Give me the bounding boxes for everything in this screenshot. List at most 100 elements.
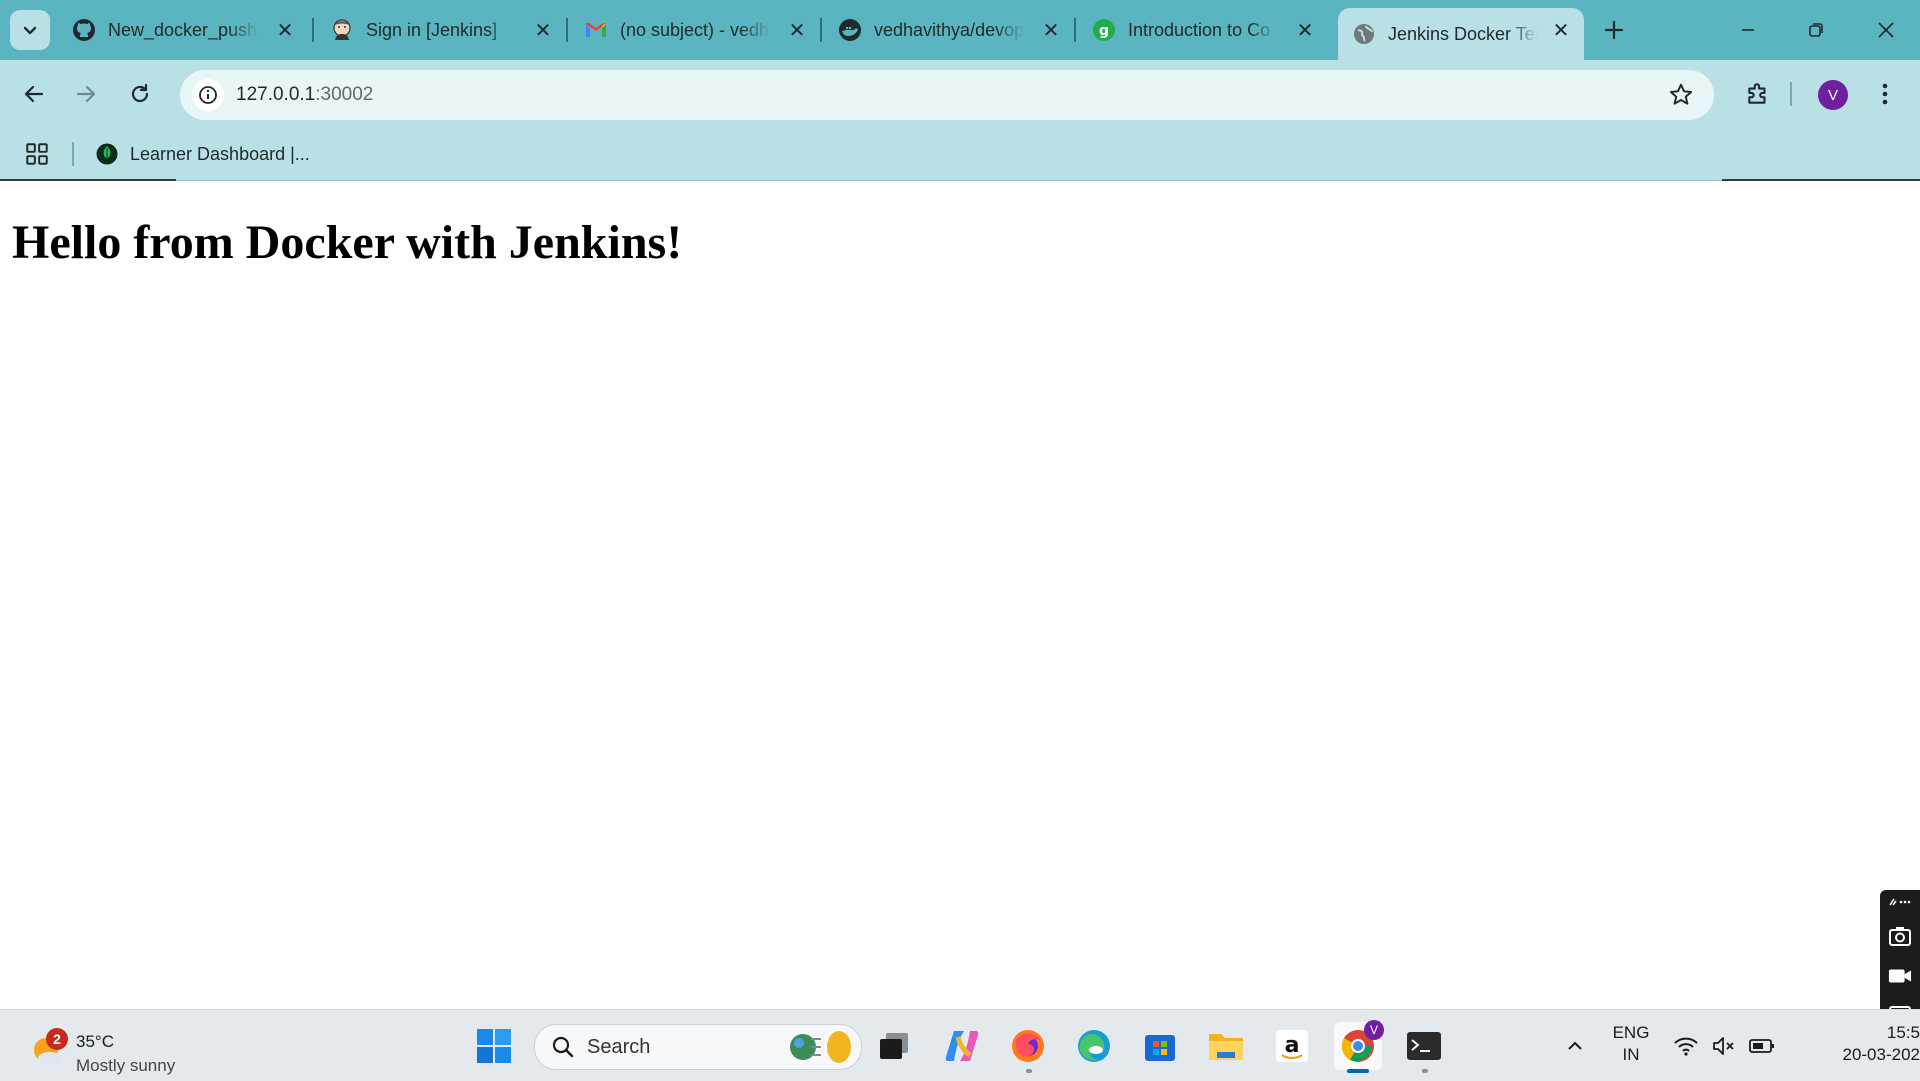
amazon-button[interactable]: a	[1268, 1022, 1316, 1070]
windows-logo-icon	[477, 1029, 511, 1063]
docker-hub-icon	[838, 18, 862, 42]
svg-text:a: a	[1285, 1033, 1300, 1058]
github-icon	[72, 18, 96, 42]
firefox-icon	[1012, 1030, 1044, 1062]
browser-menu-button[interactable]	[1870, 74, 1900, 114]
site-info-icon[interactable]	[192, 79, 224, 111]
input-language[interactable]: ENG IN	[1606, 1022, 1656, 1066]
close-icon[interactable]: ✕	[532, 19, 554, 42]
reload-button[interactable]	[120, 74, 160, 114]
page-content: Hello from Docker with Jenkins!	[0, 181, 1920, 1009]
firefox-button[interactable]	[1004, 1022, 1052, 1070]
chrome-button[interactable]: V	[1334, 1020, 1384, 1070]
volume-button[interactable]	[1706, 1022, 1742, 1070]
bookmarks-bar: Learner Dashboard |...	[0, 128, 1920, 181]
tab-title: vedhavithya/devop	[874, 19, 1024, 40]
address-bar[interactable]: 127.0.0.1:30002	[180, 70, 1714, 120]
puzzle-icon	[1748, 83, 1766, 104]
profile-avatar[interactable]: V	[1818, 80, 1848, 110]
wifi-button[interactable]	[1666, 1022, 1706, 1070]
edge-button[interactable]	[1070, 1022, 1118, 1070]
tab-divider	[566, 18, 568, 42]
new-tab-button[interactable]	[1596, 12, 1632, 48]
start-button[interactable]	[470, 1022, 518, 1070]
tab-title: (no subject) - vedh	[620, 19, 770, 40]
arrow-right-icon	[76, 85, 96, 103]
windows-taskbar: 2 35°C Mostly sunny Search a V ENG IN 15…	[0, 1009, 1920, 1081]
close-icon[interactable]: ✕	[786, 19, 808, 42]
tab-divider	[1074, 18, 1076, 42]
tab-gmail[interactable]: (no subject) - vedh ✕	[570, 8, 820, 52]
weather-condition: Mostly sunny	[76, 1056, 176, 1075]
chevron-up-icon	[1568, 1041, 1582, 1050]
tab-title: Sign in [Jenkins]	[366, 19, 498, 40]
camera-icon[interactable]	[1888, 924, 1912, 948]
tab-divider	[820, 18, 822, 42]
search-label: Search	[587, 1036, 651, 1058]
close-icon[interactable]: ✕	[1550, 19, 1572, 42]
store-icon	[1145, 1035, 1175, 1061]
url-port: :30002	[315, 84, 374, 105]
clock-time: 15:5	[1886, 1023, 1920, 1042]
plus-icon	[1604, 20, 1624, 40]
minimize-icon	[1742, 29, 1754, 31]
copilot-icon	[945, 1031, 979, 1061]
tab-title: Introduction to Co	[1128, 19, 1271, 40]
restore-button[interactable]	[1782, 8, 1850, 52]
copilot-button[interactable]	[938, 1022, 986, 1070]
show-hidden-icons-button[interactable]	[1550, 1022, 1600, 1070]
close-icon	[1878, 22, 1894, 38]
file-explorer-button[interactable]	[1202, 1022, 1250, 1070]
extensions-button[interactable]	[1738, 74, 1778, 114]
kebab-menu-icon	[1882, 83, 1888, 105]
bookmark-star-icon[interactable]	[1668, 82, 1694, 108]
clock-date: 20-03-202	[1842, 1045, 1920, 1064]
task-view-button[interactable]	[870, 1022, 918, 1070]
close-window-button[interactable]	[1852, 8, 1920, 52]
notification-badge: 2	[46, 1028, 68, 1050]
video-camera-icon[interactable]	[1888, 964, 1912, 988]
globe-icon	[1352, 22, 1376, 46]
bookmark-learner-dashboard[interactable]: Learner Dashboard |...	[96, 138, 310, 170]
toolbar-divider	[1790, 82, 1792, 106]
url-host: 127.0.0.1	[236, 84, 316, 105]
back-button[interactable]	[14, 74, 54, 114]
close-icon[interactable]: ✕	[274, 19, 296, 42]
battery-button[interactable]	[1744, 1022, 1780, 1070]
chrome-profile-badge: V	[1364, 1020, 1384, 1040]
volume-muted-icon	[1713, 1037, 1734, 1055]
tab-divider	[312, 18, 314, 42]
minimize-button[interactable]	[1714, 8, 1782, 52]
more-options-icon[interactable]	[1888, 894, 1912, 910]
tab-search-button[interactable]	[10, 10, 50, 50]
page-heading: Hello from Docker with Jenkins!	[12, 216, 683, 269]
bookmark-label: Learner Dashboard |...	[130, 143, 310, 164]
tab-jenkins-docker-test[interactable]: Jenkins Docker Tes ✕	[1338, 8, 1584, 60]
tab-github[interactable]: New_docker_push/ ✕	[58, 8, 308, 52]
tab-jenkins[interactable]: Sign in [Jenkins] ✕	[316, 8, 566, 52]
region-code: IN	[1622, 1045, 1640, 1064]
close-icon[interactable]: ✕	[1040, 19, 1062, 42]
terminal-button[interactable]	[1400, 1022, 1448, 1070]
forward-button[interactable]	[66, 74, 106, 114]
amazon-icon: a	[1276, 1030, 1308, 1062]
running-indicator	[1422, 1069, 1428, 1073]
battery-icon	[1749, 1039, 1774, 1053]
taskbar-search[interactable]: Search	[534, 1024, 862, 1070]
system-clock[interactable]: 15:5 20-03-202	[1780, 1022, 1920, 1066]
apps-grid-icon[interactable]	[24, 141, 50, 167]
tab-course[interactable]: g Introduction to Co ✕	[1078, 8, 1328, 52]
weather-widget[interactable]: 2 35°C Mostly sunny	[28, 1022, 228, 1075]
arrow-left-icon	[24, 85, 44, 103]
language-code: ENG	[1612, 1023, 1650, 1042]
running-indicator	[1026, 1069, 1032, 1073]
bookmarks-divider	[72, 142, 74, 166]
active-indicator	[1347, 1069, 1369, 1073]
url-text[interactable]: 127.0.0.1:30002	[236, 84, 373, 106]
microsoft-store-button[interactable]	[1136, 1022, 1184, 1070]
close-icon[interactable]: ✕	[1294, 19, 1316, 42]
reload-icon	[131, 83, 149, 103]
tab-strip: New_docker_push/ ✕ Sign in [Jenkins] ✕ (…	[0, 0, 1920, 60]
tab-docker-hub[interactable]: vedhavithya/devop ✕	[824, 8, 1074, 52]
course-icon: g	[1092, 18, 1116, 42]
